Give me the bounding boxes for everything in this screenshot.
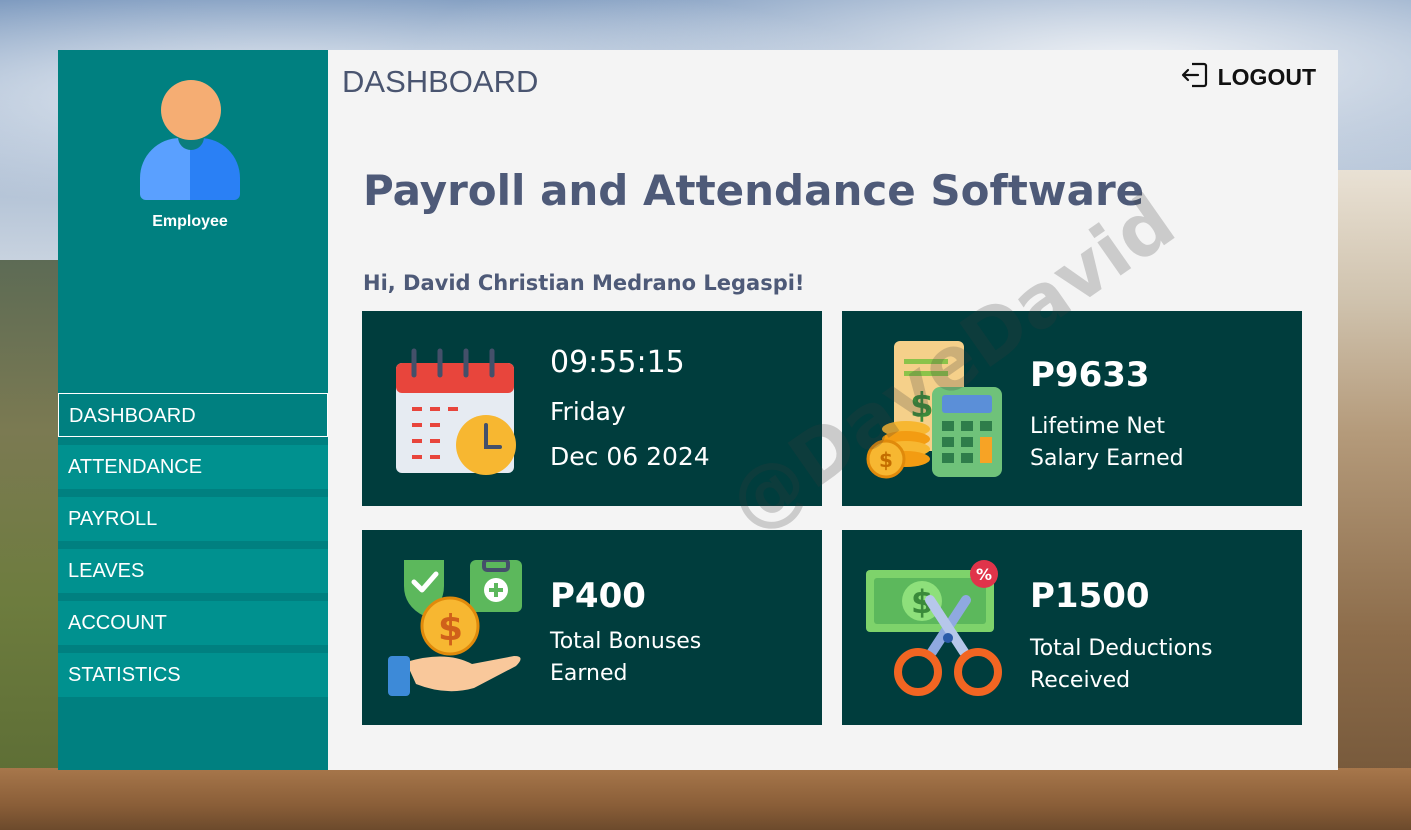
svg-text:$: $ [910, 386, 934, 426]
sidebar-item-leaves[interactable]: LEAVES [58, 549, 328, 593]
user-avatar-icon [140, 80, 242, 202]
background-hills [0, 260, 60, 830]
salary-label-line2: Salary Earned [1030, 446, 1184, 471]
bonuses-label-line2: Earned [550, 661, 628, 686]
salary-label-line1: Lifetime Net [1030, 414, 1165, 439]
page-title: DASHBOARD [342, 64, 539, 99]
deductions-label-line1: Total Deductions [1030, 636, 1213, 661]
background-cliff [0, 768, 1411, 830]
deductions-label-line2: Received [1030, 668, 1131, 693]
salary-value: P9633 [1030, 355, 1150, 395]
calendar-clock-icon [386, 341, 526, 481]
calculator-money-icon: $ $ [866, 341, 1006, 481]
clock-time: 09:55:15 [550, 345, 685, 380]
svg-text:%: % [976, 565, 992, 584]
logout-icon [1180, 60, 1210, 95]
main-content: DASHBOARD LOGOUT Payroll and Attendance … [328, 50, 1338, 770]
sidebar: Employee DASHBOARD ATTENDANCE PAYROLL LE… [58, 50, 328, 770]
app-title: Payroll and Attendance Software [363, 166, 1145, 215]
sidebar-nav: DASHBOARD ATTENDANCE PAYROLL LEAVES ACCO… [58, 393, 328, 705]
bonuses-value: P400 [550, 576, 646, 616]
bonus-hand-icon: $ [386, 554, 526, 700]
sidebar-item-dashboard[interactable]: DASHBOARD [58, 393, 328, 437]
bonuses-label-line1: Total Bonuses [550, 629, 702, 654]
scissors-money-icon: $ % [866, 560, 1006, 700]
sidebar-item-statistics[interactable]: STATISTICS [58, 653, 328, 697]
app-window: Employee DASHBOARD ATTENDANCE PAYROLL LE… [58, 50, 1338, 770]
background-building [1338, 170, 1411, 830]
salary-card: $ $ P9633 Lifetime Net Salary Earned [842, 311, 1302, 506]
greeting: Hi, David Christian Medrano Legaspi! [363, 271, 805, 295]
bonuses-card: $ P400 Total Bonuses Earned [362, 530, 822, 725]
svg-text:$: $ [879, 448, 893, 472]
deductions-value: P1500 [1030, 576, 1150, 616]
sidebar-item-account[interactable]: ACCOUNT [58, 601, 328, 645]
logout-button[interactable]: LOGOUT [1180, 60, 1316, 95]
clock-date: Dec 06 2024 [550, 442, 710, 471]
deductions-card: $ % P1500 Total Deductions Received [842, 530, 1302, 725]
user-role: Employee [152, 213, 228, 230]
sidebar-item-payroll[interactable]: PAYROLL [58, 497, 328, 541]
clock-day: Friday [550, 397, 626, 426]
clock-card: 09:55:15 Friday Dec 06 2024 [362, 311, 822, 506]
sidebar-item-attendance[interactable]: ATTENDANCE [58, 445, 328, 489]
logout-label: LOGOUT [1217, 64, 1316, 90]
svg-text:$: $ [438, 608, 463, 649]
